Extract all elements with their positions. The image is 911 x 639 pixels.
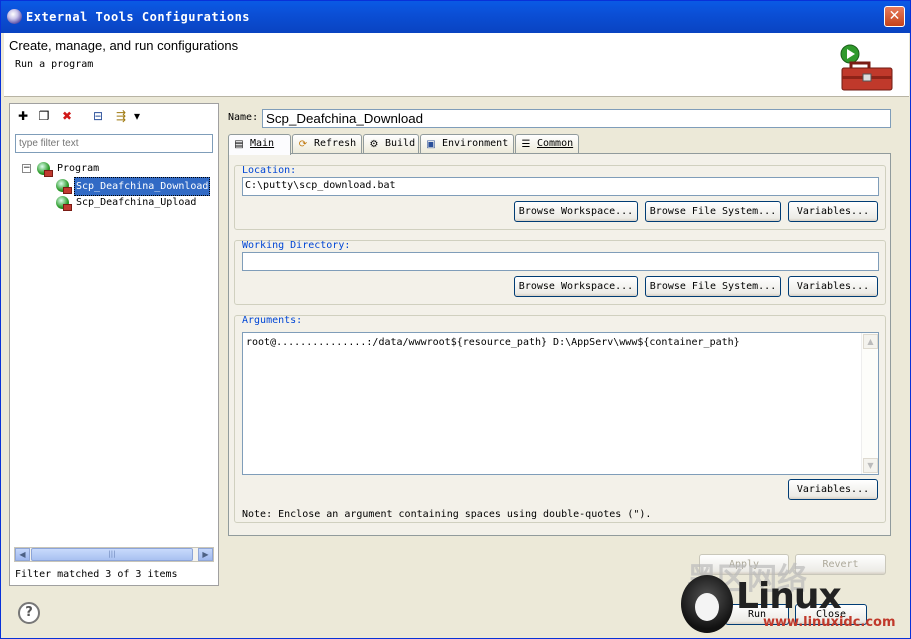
scroll-right-icon[interactable]: ▶	[198, 548, 213, 561]
tab-label: Refresh	[314, 138, 357, 149]
working-directory-group: Working Directory: Browse Workspace... B…	[234, 240, 886, 305]
scroll-down-icon[interactable]: ▼	[863, 458, 878, 473]
watermark-url: www.linuxidc.com	[763, 615, 896, 630]
tree-category-program[interactable]: − Program	[20, 160, 215, 177]
common-tab-icon: ☰	[521, 139, 531, 150]
tab-refresh[interactable]: ⟳ Refresh	[292, 134, 362, 154]
filter-icon[interactable]: ⇶	[113, 108, 129, 124]
tab-environment[interactable]: ▣ Environment	[420, 134, 514, 154]
wd-variables-button[interactable]: Variables...	[788, 276, 878, 297]
configuration-tree-panel: ✚ ❐ ✖ ⊟ ⇶ ▾ − Program Scp_Deafchina_Down…	[9, 103, 219, 586]
revert-button[interactable]: Revert	[795, 554, 886, 575]
title-bar[interactable]: External Tools Configurations ✕	[1, 1, 910, 33]
filter-status: Filter matched 3 of 3 items	[15, 569, 178, 580]
tab-label: Main	[250, 138, 275, 149]
configuration-editor: Name: ▤ Main ⟳ Refresh ⚙ Build ▣ Environ…	[224, 103, 899, 586]
location-input[interactable]: C:\putty\scp_download.bat	[242, 177, 879, 196]
tab-main[interactable]: ▤ Main	[228, 134, 291, 155]
wd-browse-file-system-button[interactable]: Browse File System...	[645, 276, 781, 297]
working-directory-input[interactable]	[242, 252, 879, 271]
collapse-all-icon[interactable]: ⊟	[90, 108, 106, 124]
watermark-logo: 黑区网络 Linux www.linuxidc.com	[681, 563, 909, 637]
arguments-text: root@...............:/data/wwwroot${reso…	[246, 337, 740, 348]
main-tab-content: Location: C:\putty\scp_download.bat Brow…	[228, 153, 891, 536]
tree-item-download[interactable]: Scp_Deafchina_Download	[20, 177, 215, 196]
dropdown-arrow-icon[interactable]: ▾	[132, 108, 142, 124]
tab-label: Build	[385, 138, 416, 149]
tab-label: Common	[537, 138, 574, 149]
window-title: External Tools Configurations	[26, 10, 251, 24]
configuration-tree: − Program Scp_Deafchina_Download Scp_Dea…	[20, 160, 215, 211]
dialog-header: Create, manage, and run configurations R…	[4, 33, 909, 97]
refresh-tab-icon: ⟳	[298, 139, 308, 150]
build-tab-icon: ⚙	[369, 139, 379, 150]
external-tool-icon	[56, 196, 72, 211]
working-directory-title: Working Directory:	[242, 240, 351, 251]
delete-icon[interactable]: ✖	[59, 108, 75, 124]
collapse-expander-icon[interactable]: −	[22, 164, 31, 173]
tree-item-label[interactable]: Scp_Deafchina_Upload	[76, 194, 196, 211]
program-icon	[37, 162, 53, 177]
header-subtitle: Run a program	[15, 59, 94, 70]
arguments-textarea[interactable]: root@...............:/data/wwwroot${reso…	[242, 332, 879, 475]
toolbox-icon	[840, 44, 893, 91]
close-window-button[interactable]: ✕	[884, 6, 905, 27]
external-tools-dialog: External Tools Configurations ✕ Create, …	[0, 0, 911, 639]
tree-category-label: Program	[57, 163, 100, 174]
horizontal-scrollbar[interactable]: ◀ ||| ▶	[14, 547, 214, 562]
tab-build[interactable]: ⚙ Build	[363, 134, 419, 154]
location-variables-button[interactable]: Variables...	[788, 201, 878, 222]
browse-workspace-button[interactable]: Browse Workspace...	[514, 201, 638, 222]
wd-browse-workspace-button[interactable]: Browse Workspace...	[514, 276, 638, 297]
arguments-group: Arguments: root@...............:/data/ww…	[234, 315, 886, 523]
new-configuration-icon[interactable]: ✚	[15, 108, 31, 124]
duplicate-icon[interactable]: ❐	[36, 108, 52, 124]
main-tab-icon: ▤	[234, 139, 244, 150]
scroll-left-icon[interactable]: ◀	[15, 548, 30, 561]
watermark-brand: Linux	[736, 576, 842, 617]
arguments-note: Note: Enclose an argument containing spa…	[242, 509, 652, 520]
eclipse-icon	[7, 9, 22, 24]
browse-file-system-button[interactable]: Browse File System...	[645, 201, 781, 222]
scroll-up-icon[interactable]: ▲	[863, 334, 878, 349]
arguments-vertical-scrollbar[interactable]: ▲ ▼	[861, 333, 878, 474]
name-input[interactable]	[262, 109, 891, 128]
tux-penguin-icon	[681, 575, 733, 633]
external-tool-icon	[56, 179, 72, 194]
arguments-title: Arguments:	[242, 315, 303, 326]
tab-strip: ▤ Main ⟳ Refresh ⚙ Build ▣ Environment ☰…	[228, 134, 891, 155]
name-label: Name:	[228, 112, 259, 123]
location-title: Location:	[242, 165, 297, 176]
scroll-thumb[interactable]: |||	[31, 548, 193, 561]
filter-input[interactable]	[15, 134, 213, 153]
tab-label: Environment	[442, 138, 509, 149]
environment-tab-icon: ▣	[426, 139, 436, 150]
header-title: Create, manage, and run configurations	[9, 38, 239, 53]
help-icon[interactable]: ?	[18, 602, 40, 624]
tree-item-upload[interactable]: Scp_Deafchina_Upload	[20, 194, 215, 211]
tab-common[interactable]: ☰ Common	[515, 134, 579, 154]
arguments-variables-button[interactable]: Variables...	[788, 479, 878, 500]
location-group: Location: C:\putty\scp_download.bat Brow…	[234, 165, 886, 230]
